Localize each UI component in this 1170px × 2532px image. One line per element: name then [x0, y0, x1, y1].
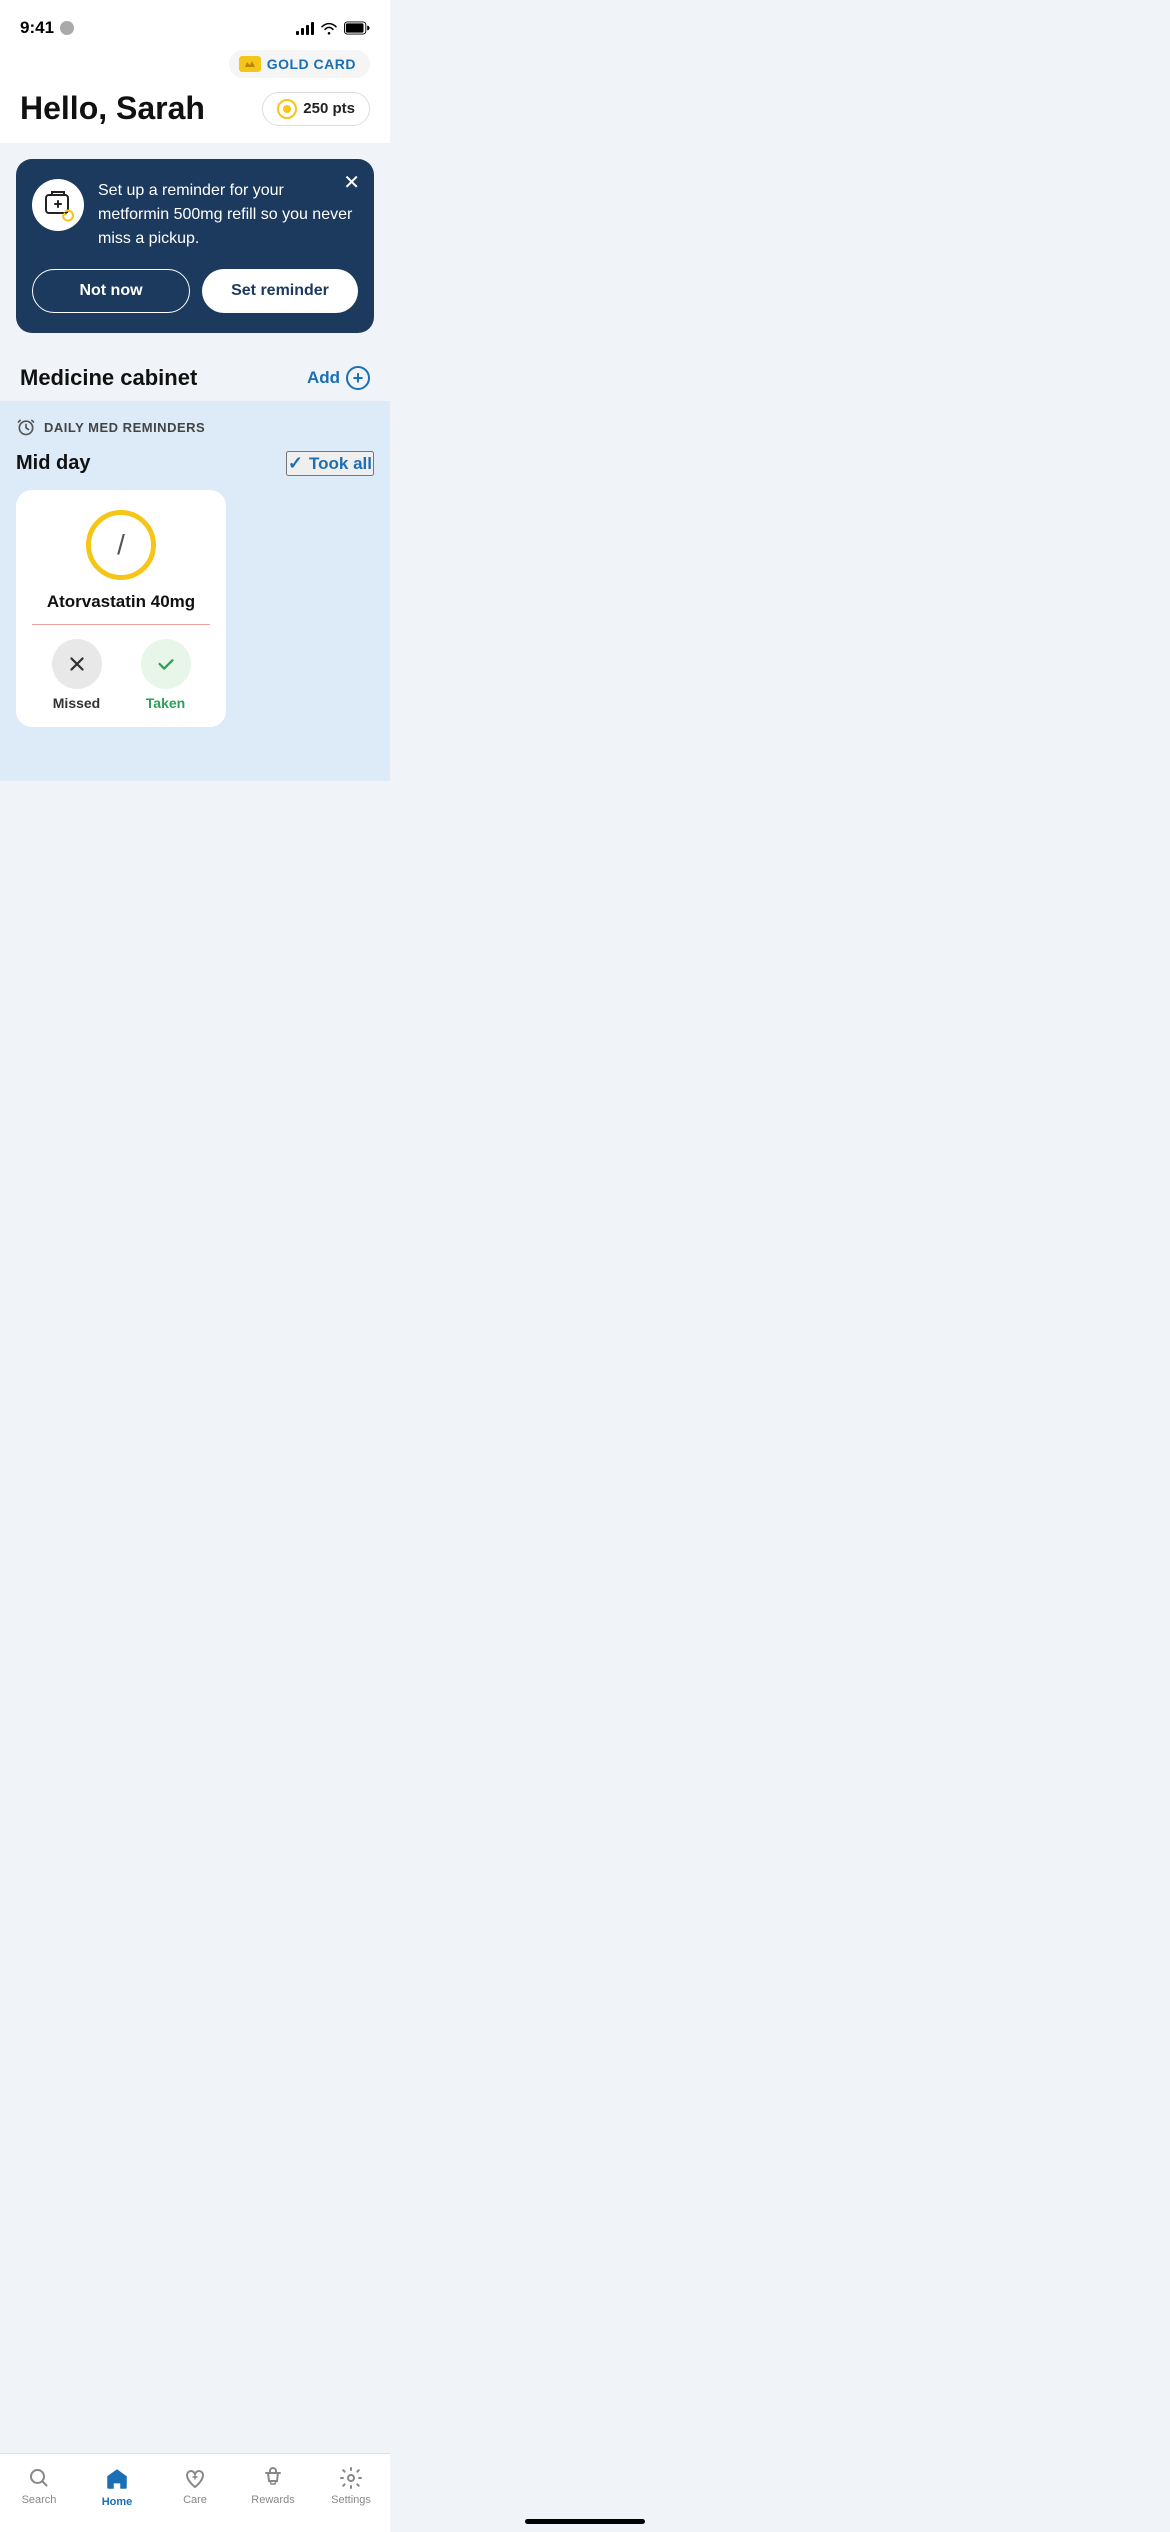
nav-item-settings[interactable]: Settings	[321, 2466, 381, 2506]
banner-message: Set up a reminder for your metformin 500…	[98, 179, 358, 251]
home-indicator	[525, 2519, 645, 2524]
settings-icon	[339, 2466, 363, 2490]
home-icon	[104, 2466, 130, 2492]
nav-label-care: Care	[183, 2494, 207, 2506]
took-all-button[interactable]: ✓ Took all	[286, 451, 374, 476]
nav-label-search: Search	[22, 2494, 57, 2506]
status-time: 9:41	[20, 18, 74, 38]
rewards-icon	[261, 2466, 285, 2490]
taken-label: Taken	[146, 695, 185, 711]
nav-item-home[interactable]: Home	[87, 2466, 147, 2508]
missed-label: Missed	[53, 695, 100, 711]
battery-icon	[344, 21, 370, 35]
medicine-cabinet-header: Medicine cabinet Add +	[0, 349, 390, 401]
set-reminder-button[interactable]: Set reminder	[202, 269, 358, 313]
medicine-name: Atorvastatin 40mg	[32, 592, 210, 612]
mid-day-label: Mid day	[16, 452, 90, 475]
reminder-banner: ✕ Set up a reminder for your metformin 5…	[16, 159, 374, 333]
refill-icon	[40, 187, 76, 223]
nav-item-rewards[interactable]: Rewards	[243, 2466, 303, 2506]
nav-item-care[interactable]: Care	[165, 2466, 225, 2506]
taken-action[interactable]: Taken	[141, 639, 191, 711]
medicine-actions: Missed Taken	[32, 639, 210, 711]
gold-card-label: GOLD CARD	[267, 56, 356, 72]
took-all-label: Took all	[309, 454, 372, 474]
medicine-card: / Atorvastatin 40mg Missed Take	[16, 490, 226, 727]
add-circle-icon: +	[346, 366, 370, 390]
header: GOLD CARD Hello, Sarah 250 pts	[0, 50, 390, 143]
medicine-icon-wrap: /	[32, 510, 210, 580]
wifi-icon	[320, 21, 338, 35]
banner-content: Set up a reminder for your metformin 500…	[32, 179, 358, 251]
banner-section: ✕ Set up a reminder for your metformin 5…	[0, 143, 390, 349]
status-dot	[60, 21, 74, 35]
points-badge: 250 pts	[262, 92, 370, 126]
alarm-icon	[16, 417, 36, 437]
reminders-header: DAILY MED REMINDERS	[16, 417, 374, 437]
points-value: 250 pts	[303, 100, 355, 117]
nav-item-search[interactable]: Search	[9, 2466, 69, 2506]
mid-day-row: Mid day ✓ Took all	[16, 451, 374, 476]
add-medicine-button[interactable]: Add +	[307, 366, 370, 390]
gold-card-button[interactable]: GOLD CARD	[229, 50, 370, 78]
search-icon	[27, 2466, 51, 2490]
taken-icon	[141, 639, 191, 689]
not-now-button[interactable]: Not now	[32, 269, 190, 313]
missed-action[interactable]: Missed	[52, 639, 102, 711]
bottom-nav: Search Home Care Rewards Settings	[0, 2453, 390, 2532]
header-row: Hello, Sarah 250 pts	[20, 90, 370, 127]
medicine-divider	[32, 624, 210, 625]
banner-icon	[32, 179, 84, 231]
status-icons	[296, 21, 370, 35]
nav-label-home: Home	[102, 2496, 133, 2508]
add-label: Add	[307, 368, 340, 388]
time-display: 9:41	[20, 18, 54, 38]
status-bar: 9:41	[0, 0, 390, 50]
medicine-circle-icon: /	[86, 510, 156, 580]
greeting: Hello, Sarah	[20, 90, 205, 127]
reminders-section: DAILY MED REMINDERS Mid day ✓ Took all /…	[0, 401, 390, 781]
reminders-label: DAILY MED REMINDERS	[44, 420, 205, 435]
medicine-cabinet-title: Medicine cabinet	[20, 365, 197, 391]
banner-buttons: Not now Set reminder	[32, 269, 358, 313]
nav-label-rewards: Rewards	[251, 2494, 294, 2506]
banner-close-button[interactable]: ✕	[343, 173, 360, 193]
nav-label-settings: Settings	[331, 2494, 371, 2506]
medicine-slash-icon: /	[117, 529, 125, 561]
gold-card-icon	[239, 56, 261, 72]
signal-icon	[296, 21, 314, 35]
points-icon	[277, 99, 297, 119]
missed-icon	[52, 639, 102, 689]
took-all-check-icon: ✓	[288, 453, 303, 474]
care-icon	[183, 2466, 207, 2490]
